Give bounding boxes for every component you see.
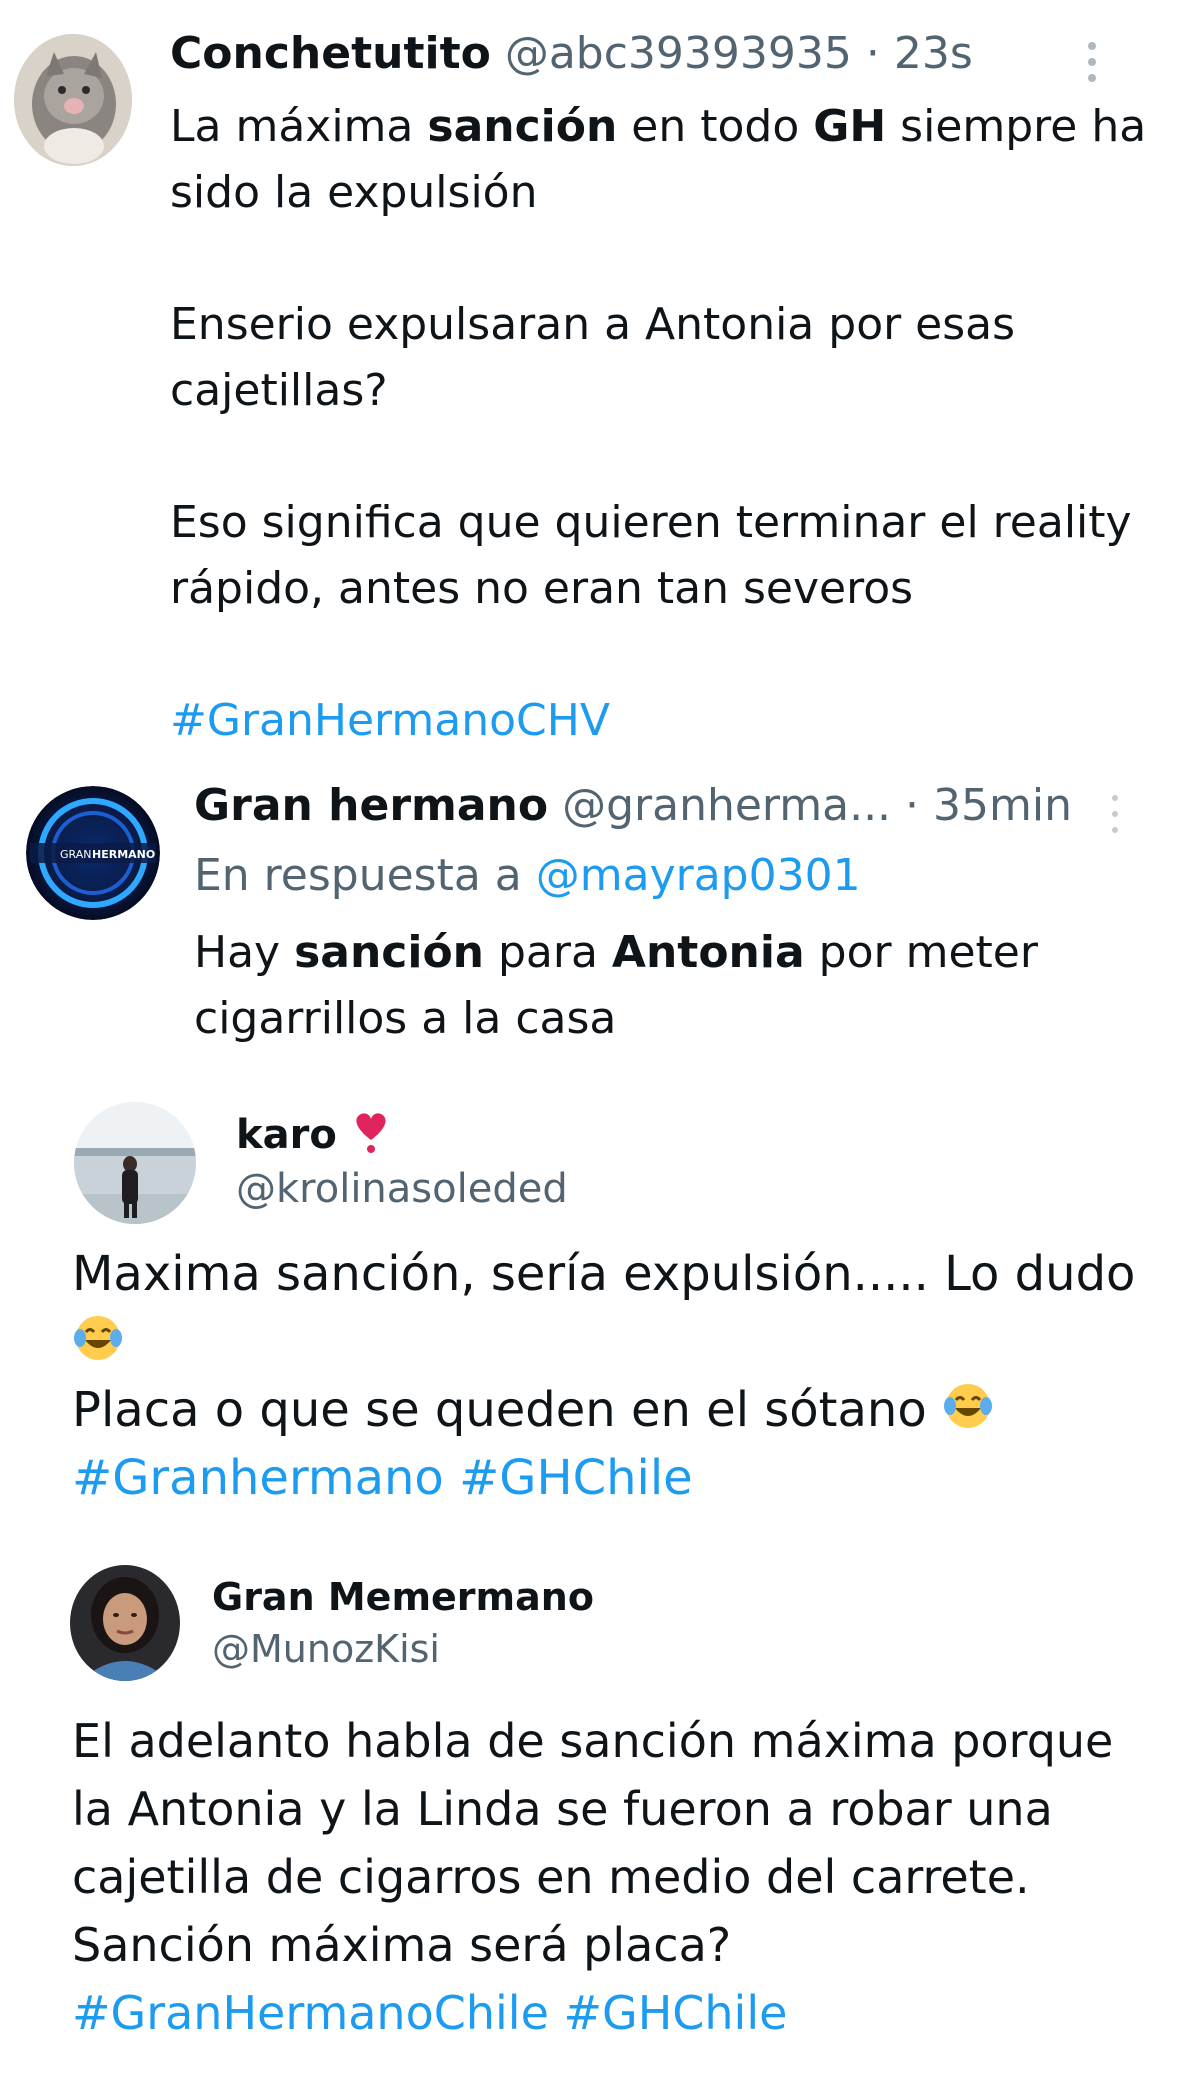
logo-text: GRAN — [60, 848, 91, 861]
timestamp[interactable]: 35min — [933, 780, 1072, 831]
more-vertical-icon — [1088, 42, 1096, 82]
tweet-text: Maxima sanción, sería expulsión..... Lo … — [72, 1240, 1152, 1512]
heart-exclamation-icon — [356, 1113, 386, 1153]
display-name-text: karo — [236, 1112, 337, 1158]
text-line: Placa o que se queden en el sótano — [72, 1376, 1152, 1444]
hashtags: #GranHermanoChile #GHChile — [72, 1979, 1152, 2047]
tweet-text: Hay sanción para Antonia por meter cigar… — [194, 920, 1154, 1052]
paragraph: Enserio expulsaran a Antonia por esas ca… — [170, 299, 1016, 416]
hashtag-link[interactable]: #GHChile — [564, 1986, 788, 2040]
paragraph: La máxima sanción en todo GH siempre ha … — [170, 94, 1170, 226]
person-photo-avatar — [74, 1102, 196, 1224]
display-name[interactable]: karo — [236, 1110, 391, 1158]
more-button[interactable] — [1110, 790, 1120, 838]
cat-photo-avatar — [14, 34, 132, 166]
hashtag-link[interactable]: #Granhermano — [72, 1450, 444, 1506]
avatar[interactable] — [74, 1102, 196, 1224]
tweet-karo[interactable]: karo @krolinasoleded Maxima sanción, ser… — [0, 1090, 1200, 1530]
handle[interactable]: @abc39393935 — [505, 28, 852, 79]
reply-prefix: En respuesta a — [194, 850, 536, 901]
tweet-header: Gran hermano @granherma... · 35min — [194, 780, 1072, 831]
display-name[interactable]: Gran hermano — [194, 780, 548, 831]
woman-photo-avatar — [70, 1565, 180, 1681]
tweet-text: La máxima sanción en todo GH siempre ha … — [170, 94, 1170, 754]
handle[interactable]: @MunozKisi — [212, 1627, 440, 1671]
text-run: para — [484, 927, 612, 978]
logo-text: HERMANO — [92, 848, 155, 861]
tweet-header: Conchetutito @abc39393935 · 23s — [170, 28, 973, 79]
bold-text: sanción — [294, 927, 484, 978]
tweet-gran-memermano[interactable]: Gran Memermano @MunozKisi El adelanto ha… — [0, 1555, 1200, 2065]
hashtag-link[interactable]: #GranHermanoCHV — [170, 688, 1170, 754]
paragraph: Eso significa que quieren terminar el re… — [170, 497, 1132, 614]
hashtag-link[interactable]: #GranHermanoChile — [72, 1986, 549, 2040]
bold-text: Antonia — [611, 927, 805, 978]
avatar[interactable] — [14, 34, 132, 166]
separator: · — [865, 28, 880, 79]
separator: · — [905, 780, 920, 831]
more-vertical-icon — [1112, 795, 1118, 833]
display-name[interactable]: Gran Memermano — [212, 1575, 594, 1619]
bold-text: sanción — [427, 101, 618, 152]
avatar[interactable]: GRAN HERMANO — [26, 786, 160, 920]
handle[interactable]: @granherma... — [562, 780, 891, 831]
text-run: en todo — [617, 101, 814, 152]
display-name[interactable]: Conchetutito — [170, 28, 491, 79]
hashtag-link[interactable]: #GHChile — [459, 1450, 693, 1506]
tweet-text: El adelanto habla de sanción máxima porq… — [72, 1707, 1152, 2047]
text-run: Hay — [194, 927, 295, 978]
laughing-crying-emoji — [74, 1316, 122, 1360]
tweet-gran-hermano[interactable]: GRAN HERMANO Gran hermano @granherma... … — [0, 770, 1200, 1060]
hashtags: #Granhermano #GHChile — [72, 1444, 1152, 1512]
text-run: Placa o que se queden en el sótano — [72, 1382, 927, 1438]
timestamp[interactable]: 23s — [894, 28, 973, 79]
reply-handle-link[interactable]: @mayrap0301 — [536, 850, 861, 901]
tweet-conchetutito[interactable]: Conchetutito @abc39393935 · 23s La máxim… — [0, 0, 1200, 765]
handle[interactable]: @krolinasoleded — [236, 1166, 568, 1212]
reply-context: En respuesta a @mayrap0301 — [194, 850, 861, 901]
bold-text: GH — [813, 101, 887, 152]
laughing-crying-emoji — [943, 1384, 992, 1428]
text-run: La máxima — [170, 101, 428, 152]
avatar[interactable] — [70, 1565, 180, 1681]
more-button[interactable] — [1086, 38, 1098, 86]
gran-hermano-logo-avatar: GRAN HERMANO — [26, 786, 160, 920]
text-paragraph: El adelanto habla de sanción máxima porq… — [72, 1714, 1114, 1972]
text-line: Maxima sanción, sería expulsión..... Lo … — [72, 1240, 1152, 1376]
text-run: Maxima sanción, sería expulsión..... Lo … — [72, 1246, 1136, 1302]
